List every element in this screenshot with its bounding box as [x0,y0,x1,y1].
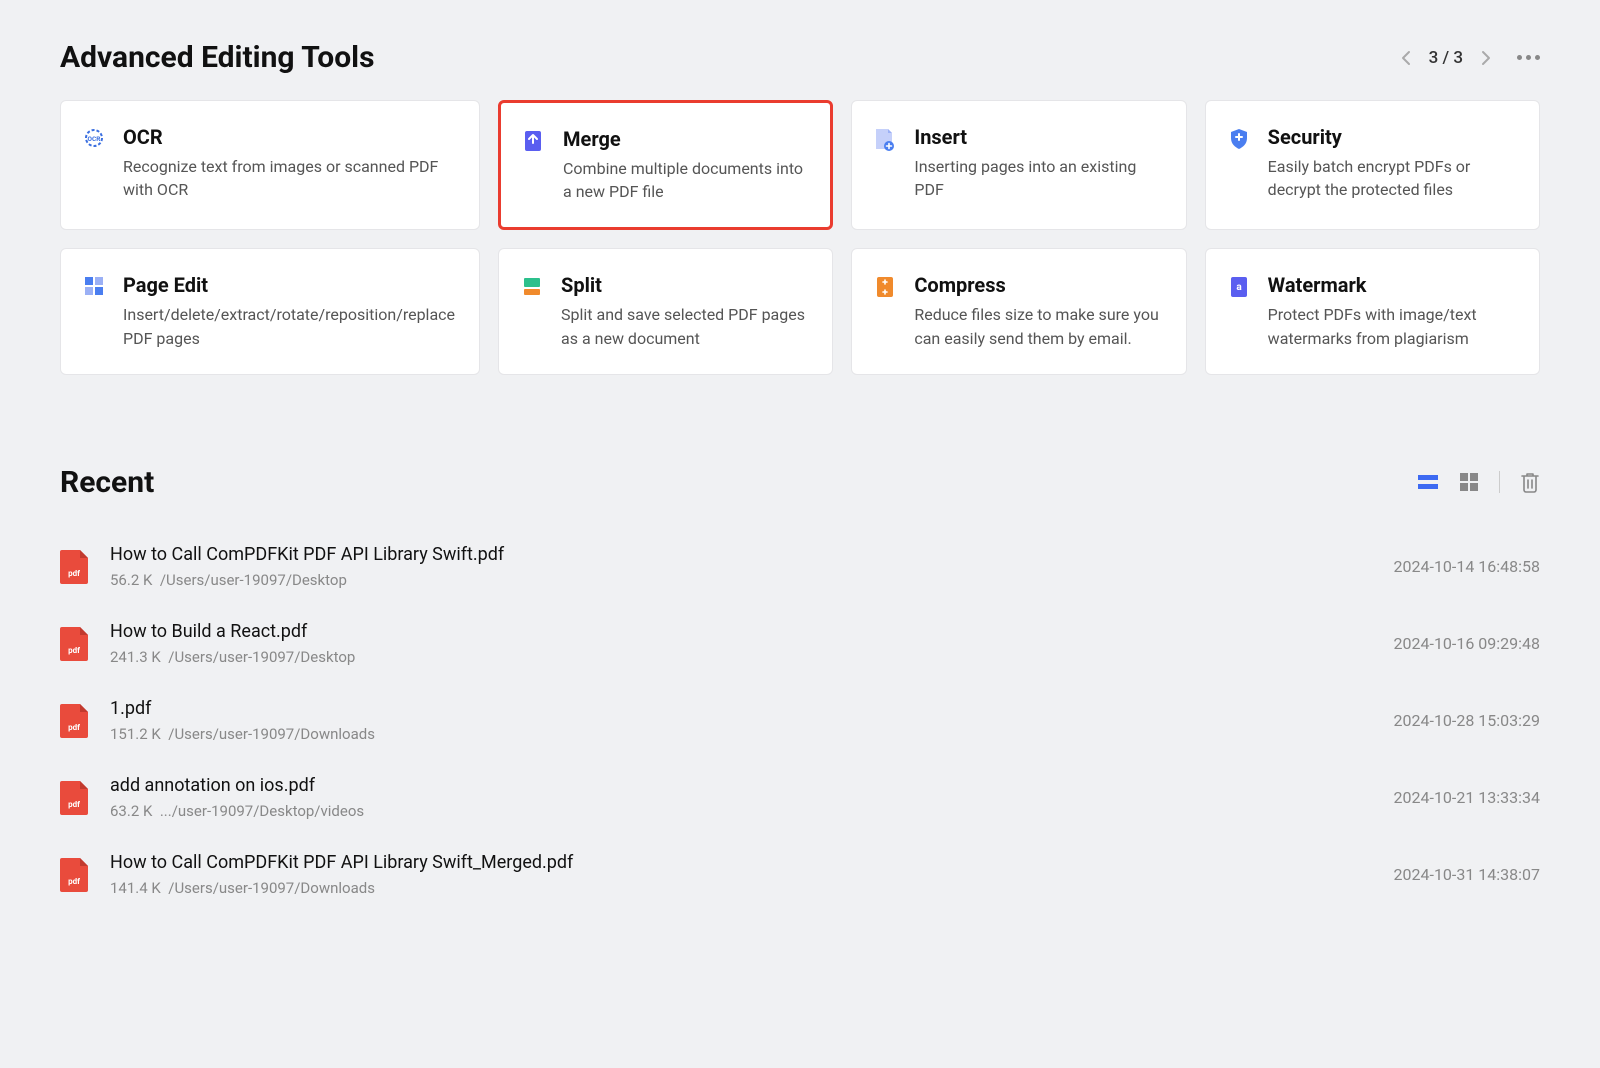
file-name: 1.pdf [110,698,1394,719]
tools-section-title: Advanced Editing Tools [60,40,374,75]
tool-title: Page Edit [123,273,455,297]
recent-section-title: Recent [60,465,154,500]
tool-card-security[interactable]: Security Easily batch encrypt PDFs or de… [1205,100,1540,230]
tool-card-ocr[interactable]: OCR OCR Recognize text from images or sc… [60,100,480,230]
recent-file-item[interactable]: pdf How to Call ComPDFKit PDF API Librar… [60,836,1540,913]
recent-header: Recent [60,465,1540,500]
tools-header: Advanced Editing Tools 3 / 3 [60,40,1540,75]
security-icon [1228,127,1250,151]
recent-list: pdf How to Call ComPDFKit PDF API Librar… [60,528,1540,913]
svg-text:pdf: pdf [68,800,80,809]
divider [1499,471,1500,493]
pdf-file-icon: pdf [60,625,90,661]
tool-desc: Protect PDFs with image/text watermarks … [1268,303,1515,349]
file-name: How to Build a React.pdf [110,621,1394,642]
svg-text:pdf: pdf [68,723,80,732]
file-name: add annotation on ios.pdf [110,775,1394,796]
file-meta: 141.4 K /Users/user-19097/Downloads [110,879,1394,897]
file-meta: 63.2 K .../user-19097/Desktop/videos [110,802,1394,820]
recent-file-item[interactable]: pdf add annotation on ios.pdf 63.2 K ...… [60,759,1540,836]
list-view-button[interactable] [1417,473,1439,491]
tool-title: Merge [563,127,806,151]
tool-desc: Combine multiple documents into a new PD… [563,157,806,203]
tools-grid: OCR OCR Recognize text from images or sc… [60,100,1540,375]
prev-page-button[interactable] [1401,50,1411,66]
tool-card-merge[interactable]: Merge Combine multiple documents into a … [498,100,833,230]
file-date: 2024-10-28 15:03:29 [1394,711,1540,730]
file-date: 2024-10-14 16:48:58 [1394,557,1540,576]
file-meta: 241.3 K /Users/user-19097/Desktop [110,648,1394,666]
next-page-button[interactable] [1481,50,1491,66]
pdf-file-icon: pdf [60,779,90,815]
view-controls [1417,471,1540,493]
pdf-file-icon: pdf [60,702,90,738]
file-meta: 151.2 K /Users/user-19097/Downloads [110,725,1394,743]
grid-view-button[interactable] [1459,472,1479,492]
ocr-icon: OCR [83,127,105,151]
more-options-button[interactable] [1517,55,1540,60]
tool-desc: Reduce files size to make sure you can e… [914,303,1161,349]
tool-title: Security [1268,125,1515,149]
merge-icon [523,129,545,153]
tool-desc: Recognize text from images or scanned PD… [123,155,455,201]
svg-text:OCR: OCR [88,135,102,143]
pdf-file-icon: pdf [60,856,90,892]
page-edit-icon [83,275,105,299]
tool-title: Watermark [1268,273,1515,297]
tool-card-watermark[interactable]: a Watermark Protect PDFs with image/text… [1205,248,1540,374]
recent-file-item[interactable]: pdf How to Call ComPDFKit PDF API Librar… [60,528,1540,605]
file-name: How to Call ComPDFKit PDF API Library Sw… [110,852,1394,873]
svg-text:pdf: pdf [68,569,80,578]
svg-text:pdf: pdf [68,877,80,886]
recent-file-item[interactable]: pdf How to Build a React.pdf 241.3 K /Us… [60,605,1540,682]
tool-card-insert[interactable]: Insert Inserting pages into an existing … [851,100,1186,230]
svg-text:a: a [1236,282,1242,293]
tool-title: Compress [914,273,1161,297]
svg-text:pdf: pdf [68,646,80,655]
tool-desc: Insert/delete/extract/rotate/reposition/… [123,303,455,349]
tool-title: Insert [914,125,1161,149]
tool-desc: Inserting pages into an existing PDF [914,155,1161,201]
file-meta: 56.2 K /Users/user-19097/Desktop [110,571,1394,589]
tool-card-split[interactable]: Split Split and save selected PDF pages … [498,248,833,374]
tool-title: OCR [123,125,455,149]
recent-file-item[interactable]: pdf 1.pdf 151.2 K /Users/user-19097/Down… [60,682,1540,759]
watermark-icon: a [1228,275,1250,299]
split-icon [521,275,543,299]
tool-title: Split [561,273,808,297]
tool-desc: Split and save selected PDF pages as a n… [561,303,808,349]
file-date: 2024-10-16 09:29:48 [1394,634,1540,653]
delete-button[interactable] [1520,471,1540,493]
tool-card-compress[interactable]: Compress Reduce files size to make sure … [851,248,1186,374]
pdf-file-icon: pdf [60,548,90,584]
page-indicator: 3 / 3 [1429,48,1463,68]
file-name: How to Call ComPDFKit PDF API Library Sw… [110,544,1394,565]
file-date: 2024-10-31 14:38:07 [1394,865,1540,884]
insert-icon [874,127,896,151]
file-date: 2024-10-21 13:33:34 [1394,788,1540,807]
pagination-controls: 3 / 3 [1401,48,1540,68]
tool-desc: Easily batch encrypt PDFs or decrypt the… [1268,155,1515,201]
tool-card-page-edit[interactable]: Page Edit Insert/delete/extract/rotate/r… [60,248,480,374]
compress-icon [874,275,896,299]
